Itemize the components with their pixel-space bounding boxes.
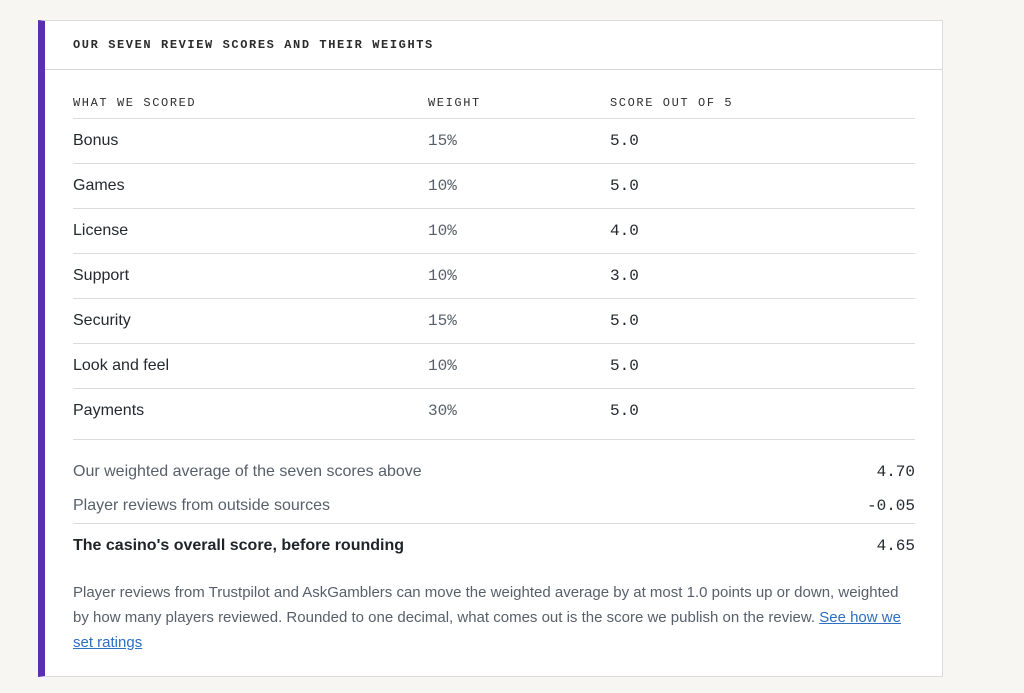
row-weight: 15% [428, 118, 610, 164]
panel-header: OUR SEVEN REVIEW SCORES AND THEIR WEIGHT… [45, 21, 942, 70]
column-header-score: SCORE OUT OF 5 [610, 88, 915, 119]
row-name: License [73, 208, 428, 254]
weighted-average-label: Our weighted average of the seven scores… [73, 463, 422, 480]
row-score: 3.0 [610, 253, 915, 299]
row-score: 5.0 [610, 402, 639, 420]
row-weight: 10% [428, 163, 610, 209]
table-row: Look and feel 10% 5.0 [73, 343, 915, 389]
overall-score-row: The casino's overall score, before round… [73, 523, 915, 568]
player-reviews-label: Player reviews from outside sources [73, 497, 330, 514]
column-header-weight: WEIGHT [428, 88, 610, 119]
rating-explanation: Player reviews from Trustpilot and AskGa… [73, 580, 915, 655]
rating-explanation-text: Player reviews from Trustpilot and AskGa… [73, 584, 899, 626]
table-row: Payments 30% 5.0 [73, 389, 915, 434]
table-header-row: WHAT WE SCORED WEIGHT SCORE OUT OF 5 [73, 88, 915, 119]
review-scores-panel: OUR SEVEN REVIEW SCORES AND THEIR WEIGHT… [38, 20, 943, 677]
column-header-scored: WHAT WE SCORED [73, 88, 428, 119]
player-reviews-row: Player reviews from outside sources -0.0… [73, 489, 915, 523]
weighted-average-value: 4.70 [876, 463, 915, 481]
row-score: 5.0 [610, 298, 915, 344]
row-weight: 10% [428, 208, 610, 254]
table-row: Support 10% 3.0 [73, 253, 915, 299]
row-score: 5.0 [610, 163, 915, 209]
row-name: Games [73, 163, 428, 209]
row-weight: 10% [428, 253, 610, 299]
row-score: 5.0 [610, 118, 915, 164]
table-row: Games 10% 5.0 [73, 163, 915, 209]
row-name: Payments [73, 402, 145, 419]
row-name: Support [73, 253, 428, 299]
row-name: Bonus [73, 118, 428, 164]
row-weight: 15% [428, 298, 610, 344]
row-score: 5.0 [610, 343, 915, 389]
panel-title: OUR SEVEN REVIEW SCORES AND THEIR WEIGHT… [73, 38, 434, 52]
table-row: Bonus 15% 5.0 [73, 118, 915, 164]
player-reviews-value: -0.05 [866, 497, 915, 515]
weighted-average-row: Our weighted average of the seven scores… [73, 455, 915, 489]
row-weight: 30% [428, 402, 457, 420]
row-weight: 10% [428, 343, 610, 389]
overall-score-value: 4.65 [876, 537, 915, 555]
score-summary: Our weighted average of the seven scores… [73, 439, 915, 568]
table-row: Security 15% 5.0 [73, 298, 915, 344]
row-name: Security [73, 298, 428, 344]
overall-score-label: The casino's overall score, before round… [73, 537, 404, 554]
panel-content: WHAT WE SCORED WEIGHT SCORE OUT OF 5 Bon… [45, 88, 942, 655]
table-row: License 10% 4.0 [73, 208, 915, 254]
row-name: Look and feel [73, 343, 428, 389]
row-score: 4.0 [610, 208, 915, 254]
scores-table: WHAT WE SCORED WEIGHT SCORE OUT OF 5 Bon… [73, 88, 915, 433]
